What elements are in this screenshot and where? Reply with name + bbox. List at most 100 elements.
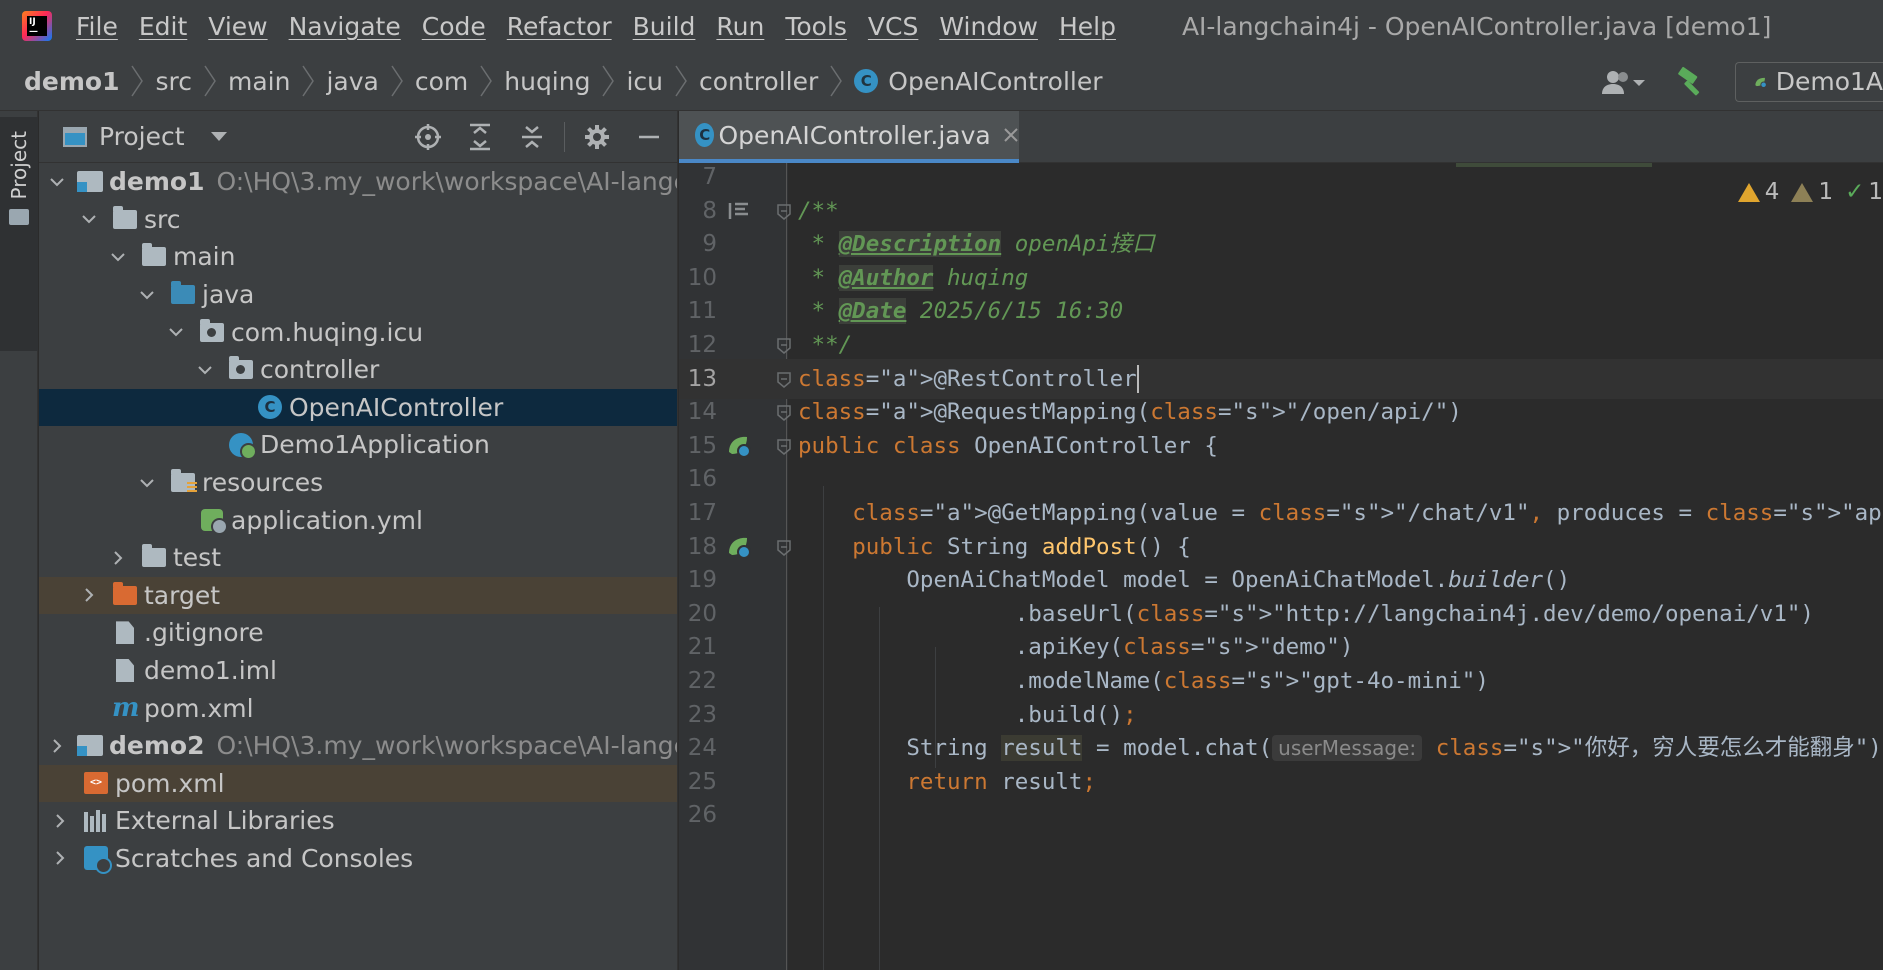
user-dropdown-icon[interactable]	[1599, 62, 1647, 102]
menu-file[interactable]: File	[76, 12, 118, 41]
chevron-down-icon[interactable]	[49, 171, 65, 193]
tree-item[interactable]: com.huqing.icu	[39, 313, 677, 351]
request-mapping-icon[interactable]	[727, 535, 751, 559]
menu-refactor[interactable]: Refactor	[507, 12, 612, 41]
resources-folder-icon	[170, 469, 197, 495]
chevron-down-icon[interactable]	[136, 472, 158, 494]
menu-navigate[interactable]: Navigate	[289, 12, 401, 41]
select-opened-file-icon[interactable]	[408, 117, 448, 157]
tree-item[interactable]: C OpenAIController	[39, 388, 677, 427]
breadcrumb-label: huqing	[504, 66, 591, 96]
menu-edit[interactable]: Edit	[139, 12, 187, 41]
view-selector-dropdown-icon[interactable]	[210, 132, 227, 141]
chevron-down-icon[interactable]	[194, 359, 216, 381]
tree-item[interactable]: External Libraries	[39, 802, 677, 840]
toolbar-right: Demo1A	[1599, 52, 1883, 111]
close-icon[interactable]	[1003, 125, 1019, 145]
run-configuration-selector[interactable]: Demo1A	[1735, 61, 1883, 102]
breadcrumb-label: controller	[699, 66, 819, 96]
project-tool-window-button[interactable]: Project	[0, 117, 38, 351]
tree-item[interactable]: target	[39, 576, 677, 615]
tree-item-label: pom.xml	[115, 768, 225, 798]
breadcrumb-separator-icon	[204, 65, 216, 97]
fold-marker-icon[interactable]	[775, 437, 793, 455]
chevron-right-icon[interactable]	[107, 547, 129, 569]
fold-marker-icon[interactable]	[775, 370, 793, 388]
code-editor[interactable]: 4 1 ✓ 1 7 8/** 9 * @Description openApi接口 1…	[679, 163, 1883, 970]
package-icon	[199, 318, 225, 343]
tree-item[interactable]: demo1.iml	[39, 652, 677, 690]
menu-window[interactable]: Window	[939, 12, 1038, 41]
tab-openaicontroller-java[interactable]: C OpenAIController.java	[679, 111, 1019, 163]
menu-tools[interactable]: Tools	[785, 12, 847, 41]
chevron-down-icon[interactable]	[107, 246, 129, 268]
collapse-all-icon[interactable]	[512, 117, 552, 157]
tree-item-label: test	[173, 543, 222, 573]
tree-item[interactable]: java	[39, 276, 677, 314]
editor-tab-bar: C OpenAIController.java	[679, 111, 1883, 163]
maven-icon: m	[112, 693, 140, 724]
breadcrumb-item[interactable]: demo1	[24, 67, 119, 96]
chevron-right-icon[interactable]	[49, 810, 71, 832]
breadcrumb-item[interactable]: controller	[699, 67, 818, 96]
tree-item[interactable]: resources	[39, 464, 677, 502]
fold-marker-icon[interactable]	[775, 336, 793, 354]
breadcrumb-item[interactable]: java	[326, 67, 378, 96]
menu-view[interactable]: View	[208, 12, 267, 41]
menu-run[interactable]: Run	[716, 12, 764, 41]
breadcrumb-item[interactable]: icu	[626, 67, 663, 96]
folder-icon	[141, 544, 167, 569]
project-panel-actions	[396, 111, 669, 163]
tree-item[interactable]: .gitignore	[39, 614, 677, 652]
tree-item[interactable]: main	[39, 238, 677, 276]
tree-item[interactable]: demo2 O:\HQ\3.my_work\workspace\AI-langch	[39, 727, 677, 765]
breadcrumb-separator-icon	[830, 65, 843, 97]
expand-all-icon[interactable]	[460, 117, 500, 157]
tree-item-label: src	[144, 204, 181, 234]
breadcrumb-item[interactable]: main	[228, 67, 290, 96]
tree-item[interactable]: demo1 O:\HQ\3.my_work\workspace\AI-langch	[39, 163, 677, 201]
project-panel-title[interactable]: Project	[99, 122, 185, 151]
menu-build[interactable]: Build	[633, 12, 696, 41]
breadcrumb-item[interactable]: com	[415, 67, 468, 96]
chevron-down-icon[interactable]	[165, 321, 187, 343]
breadcrumb-label: icu	[626, 66, 664, 96]
code-line[interactable]: 26	[679, 795, 1883, 835]
tree-item[interactable]: <> pom.xml	[39, 764, 677, 803]
tree-item[interactable]: Scratches and Consoles	[39, 840, 677, 878]
chevron-right-icon[interactable]	[49, 735, 65, 757]
tab-label: OpenAIController.java	[718, 120, 991, 150]
project-view-icon	[63, 126, 87, 147]
breadcrumb-separator-icon	[675, 65, 687, 97]
gear-icon[interactable]	[577, 117, 617, 157]
tree-item-label: main	[173, 242, 236, 272]
chevron-down-icon[interactable]	[78, 208, 100, 230]
tree-item[interactable]: src	[39, 201, 677, 239]
xml-file-icon: <>	[83, 772, 109, 795]
breadcrumb-separator-icon	[480, 65, 493, 97]
tree-item-label: demo2	[109, 731, 205, 761]
left-tool-strip: Project	[0, 111, 38, 970]
class-icon: C	[854, 69, 879, 93]
breadcrumb-item[interactable]: C OpenAIController	[854, 67, 1103, 96]
hide-panel-icon[interactable]	[629, 117, 669, 157]
tree-item[interactable]: application.yml	[39, 501, 677, 539]
rendered-doc-icon[interactable]	[727, 199, 751, 223]
menu-help[interactable]: Help	[1059, 12, 1116, 41]
fold-marker-icon[interactable]	[775, 403, 793, 422]
fold-marker-icon[interactable]	[775, 538, 793, 556]
tree-item[interactable]: m pom.xml	[39, 689, 677, 727]
chevron-right-icon[interactable]	[49, 847, 71, 869]
spring-bean-icon[interactable]	[727, 434, 751, 458]
breadcrumb-item[interactable]: src	[155, 67, 192, 96]
tree-item[interactable]: test	[39, 539, 677, 577]
chevron-right-icon[interactable]	[78, 584, 100, 606]
breadcrumb-item[interactable]: huqing	[504, 67, 590, 96]
tree-item[interactable]: Demo1Application	[39, 426, 677, 464]
menu-vcs[interactable]: VCS	[868, 12, 918, 41]
chevron-down-icon[interactable]	[136, 284, 158, 306]
menu-code[interactable]: Code	[422, 12, 486, 41]
tree-item[interactable]: controller	[39, 351, 677, 389]
fold-marker-icon[interactable]	[775, 202, 793, 220]
hammer-icon[interactable]	[1671, 62, 1711, 102]
